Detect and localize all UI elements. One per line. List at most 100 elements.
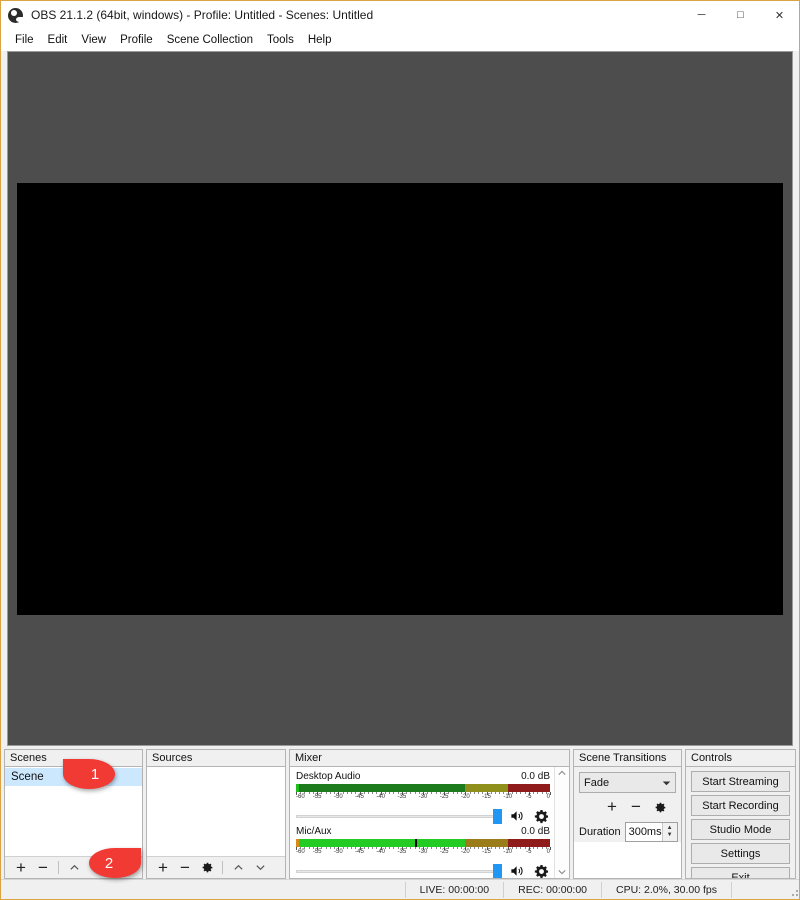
menu-profile[interactable]: Profile	[113, 32, 160, 48]
meter-green-segment	[296, 784, 466, 792]
controls-dock: Controls Start Streaming Start Recording…	[685, 749, 796, 879]
volume-meter	[296, 839, 550, 847]
volume-meter	[296, 784, 550, 792]
menu-help[interactable]: Help	[301, 32, 339, 48]
controls-dock-body: Start Streaming Start Recording Studio M…	[685, 766, 796, 879]
minus-icon: −	[38, 857, 48, 877]
scale-tick	[346, 847, 348, 849]
scale-tick	[414, 847, 416, 849]
remove-source-button[interactable]: −	[175, 859, 195, 877]
mixer-dock-title: Mixer	[289, 749, 570, 766]
preview-canvas[interactable]	[17, 182, 783, 615]
scale-tick-label: -25	[439, 794, 449, 800]
sources-toolbar: + −	[147, 856, 285, 878]
menu-scene-collection[interactable]: Scene Collection	[160, 32, 260, 48]
scale-tick	[431, 847, 433, 849]
scale-tick	[537, 792, 539, 794]
meter-peak-marker	[414, 839, 417, 847]
sources-dock: Sources + −	[146, 749, 286, 879]
source-properties-button[interactable]	[197, 859, 217, 877]
slider-handle[interactable]	[493, 864, 502, 878]
chevron-up-icon	[233, 864, 243, 870]
mixer-channel: Desktop Audio 0.0 dB -60 -55 -50 -45 -40 -35 -30…	[296, 771, 551, 824]
spinner-down-icon[interactable]: ▼	[667, 832, 673, 839]
scale-tick-label: -35	[397, 849, 407, 855]
meter-level-indicator	[296, 784, 299, 792]
meter-red-segment	[507, 784, 550, 792]
transition-properties-button[interactable]	[650, 798, 670, 816]
scale-tick	[478, 847, 480, 849]
chevron-up-icon[interactable]	[557, 769, 567, 777]
scale-tick	[389, 792, 391, 794]
menu-tools[interactable]: Tools	[260, 32, 301, 48]
scale-tick	[499, 847, 501, 849]
channel-header: Desktop Audio 0.0 dB	[296, 771, 550, 782]
scale-tick	[329, 847, 331, 849]
scale-tick-label: 0	[546, 849, 550, 855]
exit-button[interactable]: Exit	[691, 867, 790, 878]
scale-tick	[329, 792, 331, 794]
move-scene-up-button[interactable]	[64, 859, 84, 877]
move-source-up-button[interactable]	[228, 859, 248, 877]
start-streaming-button[interactable]: Start Streaming	[691, 771, 790, 792]
scale-tick	[435, 792, 437, 794]
window-controls: ─ □ ✕	[682, 1, 799, 29]
slider-handle[interactable]	[493, 809, 502, 824]
plus-icon: +	[607, 797, 617, 816]
menu-view[interactable]: View	[74, 32, 113, 48]
scale-tick	[410, 847, 412, 849]
start-recording-button[interactable]: Start Recording	[691, 795, 790, 816]
status-cpu: CPU: 2.0%, 30.00 fps	[601, 881, 731, 898]
menu-edit[interactable]: Edit	[41, 32, 75, 48]
resize-grip-icon[interactable]	[785, 883, 799, 897]
status-live: LIVE: 00:00:00	[404, 881, 503, 898]
preview-viewport[interactable]	[7, 51, 793, 746]
scale-tick	[325, 792, 327, 794]
add-scene-button[interactable]: +	[11, 859, 31, 877]
menu-bar: File Edit View Profile Scene Collection …	[1, 29, 799, 51]
duration-stepper[interactable]: ▲ ▼	[661, 823, 677, 841]
volume-slider[interactable]	[296, 864, 502, 878]
scale-tick	[372, 792, 374, 794]
channel-controls	[296, 863, 550, 878]
scale-tick	[452, 847, 454, 849]
transitions-dock-body: Fade + − Duration 300ms ▲ ▼	[573, 766, 682, 879]
scale-tick	[541, 792, 543, 794]
obs-main-window: OBS 21.1.2 (64bit, windows) - Profile: U…	[0, 0, 800, 900]
mixer-channel: Mic/Aux 0.0 dB -60 -55 -50 -45 -40 -35 -30 -25 -20…	[296, 826, 551, 878]
status-spacer	[731, 881, 781, 898]
duration-label: Duration	[579, 826, 621, 838]
scale-tick	[372, 847, 374, 849]
studio-mode-button[interactable]: Studio Mode	[691, 819, 790, 840]
remove-transition-button[interactable]: −	[626, 798, 646, 816]
chevron-down-icon[interactable]	[557, 868, 567, 876]
add-source-button[interactable]: +	[153, 859, 173, 877]
minimize-button[interactable]: ─	[682, 1, 721, 29]
settings-button[interactable]: Settings	[691, 843, 790, 864]
scale-tick	[533, 792, 535, 794]
channel-settings-button[interactable]	[532, 863, 550, 878]
transition-select[interactable]: Fade	[579, 772, 676, 793]
mute-button[interactable]	[508, 808, 526, 824]
menu-file[interactable]: File	[8, 32, 41, 48]
scale-tick	[325, 847, 327, 849]
mixer-scrollbar[interactable]	[554, 767, 569, 878]
maximize-button[interactable]: □	[721, 1, 760, 29]
move-source-down-button[interactable]	[250, 859, 270, 877]
preview-area	[1, 51, 799, 746]
scale-tick-label: -50	[333, 794, 343, 800]
channel-name: Desktop Audio	[296, 771, 361, 782]
scale-tick	[516, 847, 518, 849]
spinner-up-icon[interactable]: ▲	[667, 825, 673, 832]
add-transition-button[interactable]: +	[602, 798, 622, 816]
sources-list[interactable]	[147, 767, 285, 856]
toolbar-separator	[58, 861, 59, 874]
scale-tick	[456, 847, 458, 849]
close-button[interactable]: ✕	[760, 1, 799, 29]
mute-button[interactable]	[508, 863, 526, 878]
volume-slider[interactable]	[296, 809, 502, 824]
channel-settings-button[interactable]	[532, 808, 550, 824]
remove-scene-button[interactable]: −	[33, 859, 53, 877]
duration-input[interactable]: 300ms ▲ ▼	[624, 822, 678, 842]
scale-tick-label: -40	[376, 794, 385, 800]
